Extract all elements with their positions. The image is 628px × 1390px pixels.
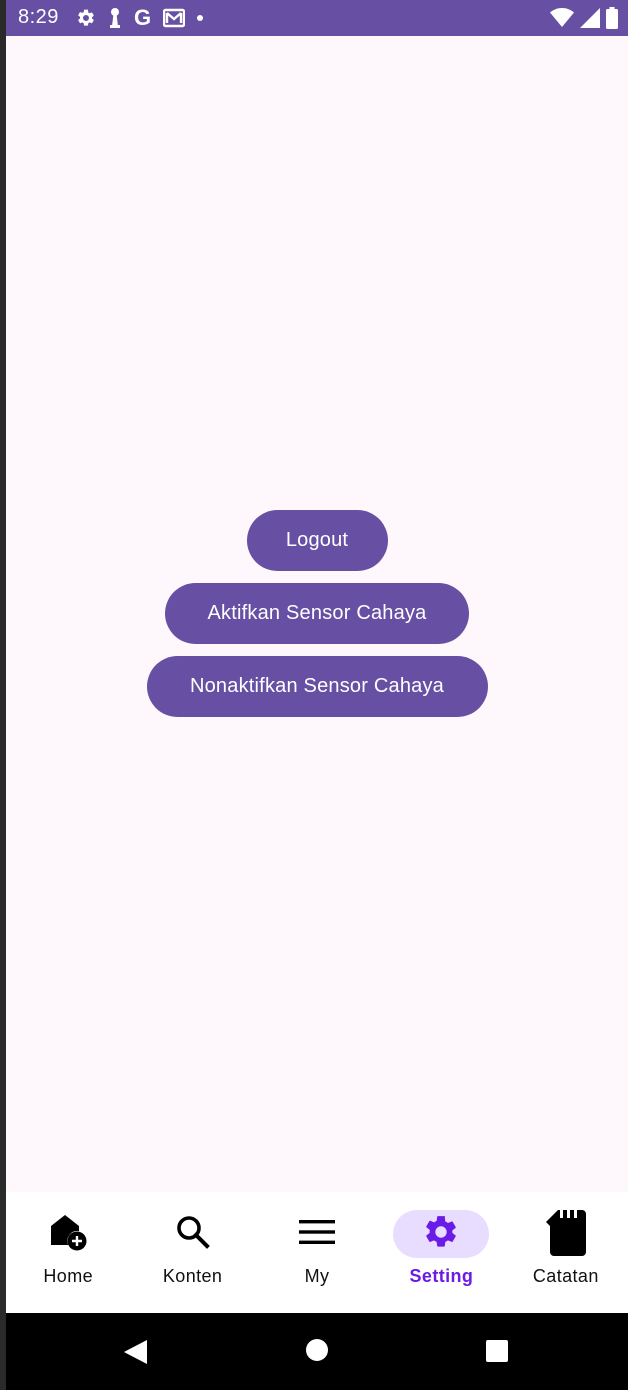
nav-item-konten[interactable]: Konten bbox=[130, 1192, 254, 1313]
nav-item-setting[interactable]: Setting bbox=[379, 1192, 503, 1313]
active-indicator bbox=[393, 1210, 490, 1258]
lock-icon bbox=[108, 8, 122, 28]
nav-label-setting: Setting bbox=[409, 1266, 474, 1286]
nav-label-konten: Konten bbox=[162, 1266, 223, 1286]
back-icon[interactable] bbox=[121, 1338, 149, 1371]
logout-button[interactable]: Logout bbox=[246, 510, 388, 571]
nav-label-my: My bbox=[304, 1266, 330, 1286]
settings-icon bbox=[76, 8, 96, 28]
sd-card-icon bbox=[544, 1208, 588, 1261]
dot-icon bbox=[197, 15, 204, 21]
signal-icon bbox=[580, 8, 600, 28]
screen: 8:29 G Logout Aktifkan Sensor Cahaya Non… bbox=[6, 0, 628, 1390]
status-icons-right bbox=[550, 7, 618, 29]
nav-item-catatan[interactable]: Catatan bbox=[504, 1192, 628, 1313]
nav-label-home: Home bbox=[43, 1266, 94, 1286]
home-add-icon bbox=[48, 1212, 88, 1257]
nav-item-my[interactable]: My bbox=[255, 1192, 379, 1313]
status-bar: 8:29 G bbox=[6, 0, 628, 36]
status-time: 8:29 bbox=[18, 6, 59, 28]
settings-actions: Logout Aktifkan Sensor Cahaya Nonaktifka… bbox=[6, 510, 628, 729]
status-icons-left: G bbox=[76, 5, 204, 30]
search-icon bbox=[175, 1214, 211, 1255]
menu-icon bbox=[299, 1218, 336, 1251]
nav-label-catatan: Catatan bbox=[532, 1266, 599, 1286]
google-icon: G bbox=[134, 5, 152, 30]
bottom-navigation: Home Konten My Setting Catatan bbox=[6, 1192, 628, 1313]
gmail-icon bbox=[163, 8, 186, 28]
recents-icon[interactable] bbox=[485, 1339, 509, 1368]
battery-icon bbox=[606, 7, 618, 29]
system-navigation-bar bbox=[6, 1313, 628, 1390]
activate-light-sensor-button[interactable]: Aktifkan Sensor Cahaya bbox=[165, 583, 469, 644]
deactivate-light-sensor-button[interactable]: Nonaktifkan Sensor Cahaya bbox=[146, 656, 488, 717]
nav-item-home[interactable]: Home bbox=[6, 1192, 130, 1313]
gear-icon bbox=[422, 1213, 460, 1256]
home-circle-icon[interactable] bbox=[305, 1338, 329, 1367]
wifi-icon bbox=[550, 8, 574, 28]
